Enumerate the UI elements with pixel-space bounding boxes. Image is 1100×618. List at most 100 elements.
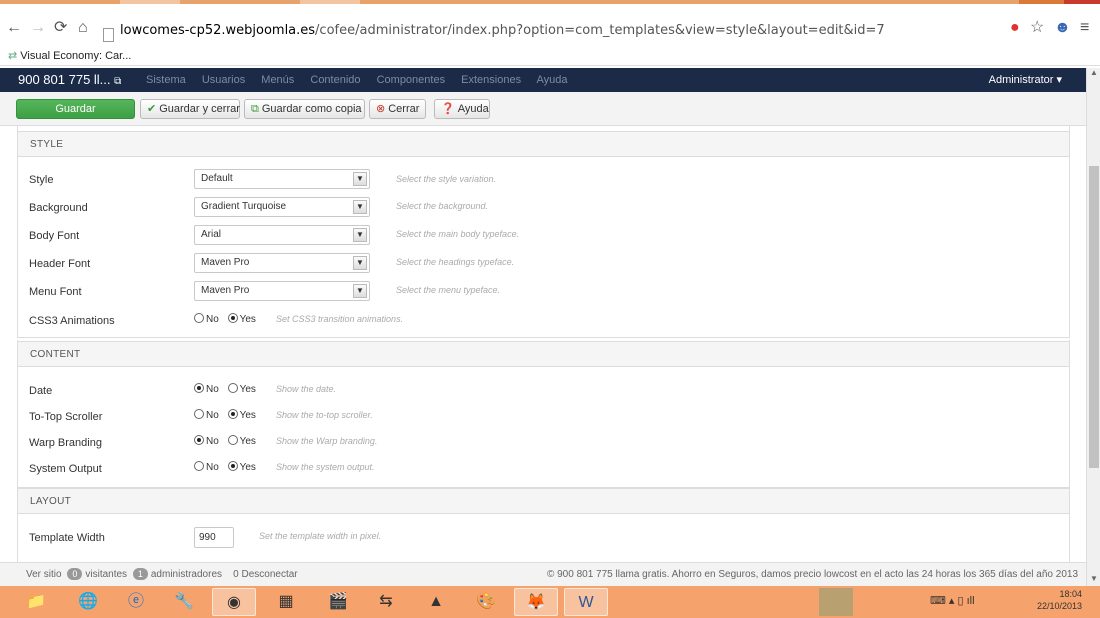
system-clock[interactable]: 18:04 22/10/2013 (1037, 588, 1082, 612)
firefox-icon[interactable]: 🦊 (514, 588, 558, 616)
taskbar-window-button[interactable] (819, 588, 853, 616)
menu-usuarios[interactable]: Usuarios (202, 74, 245, 86)
radio-yes[interactable] (227, 313, 238, 323)
vlc-icon[interactable]: ▲ (414, 588, 458, 616)
radio-yes[interactable] (227, 409, 238, 419)
chevron-down-icon: ▼ (353, 256, 367, 270)
clock-date: 22/10/2013 (1036, 601, 1082, 611)
admins-badge: 1 (132, 568, 148, 580)
radio-no-label: No (206, 384, 219, 395)
menu-extensiones[interactable]: Extensiones (461, 74, 521, 86)
save-label: Guardar (55, 103, 96, 115)
media-app-icon[interactable]: 🌐 (66, 588, 110, 616)
tray-icons[interactable]: ⌨ ▴ ▯ ıll (930, 594, 975, 607)
url-domain: lowcomes-cp52.webjoomla.es (120, 23, 316, 38)
scroll-down-icon[interactable]: ▼ (1087, 574, 1100, 586)
view-site-link[interactable]: Ver sitio (26, 569, 62, 580)
save-copy-button[interactable]: ⧉ Guardar como copia (244, 99, 365, 119)
background-select-value: Gradient Turquoise (201, 201, 287, 212)
radio-no[interactable] (194, 383, 204, 393)
calculator-icon[interactable]: ▦ (264, 588, 308, 616)
save-close-label: Guardar y cerrar (159, 103, 240, 115)
menu-font-select[interactable]: Maven Pro ▼ (194, 281, 370, 301)
menu-menus[interactable]: Menús (261, 74, 294, 86)
help-label: Ayuda (457, 103, 489, 115)
url-field[interactable]: lowcomes-cp52.webjoomla.es/cofee/adminis… (120, 20, 1020, 42)
date-radio-group: No Yes (194, 383, 262, 395)
hint-system-output: Show the system output. (276, 462, 375, 472)
user-menu[interactable]: Administrator ▾ (989, 68, 1062, 92)
back-icon[interactable]: ← (6, 20, 22, 36)
home-icon[interactable]: ⌂ (78, 20, 88, 36)
profile-icon[interactable]: ☻ (1054, 20, 1071, 36)
logout-link[interactable]: 0 Desconectar (233, 569, 297, 580)
chrome-icon[interactable]: ◉ (212, 588, 256, 616)
menu-ayuda[interactable]: Ayuda (537, 74, 568, 86)
radio-yes-label: Yes (239, 462, 256, 473)
warp-branding-radio-group: No Yes (194, 435, 262, 447)
address-bar-area: ← → ⟳ ⌂ lowcomes-cp52.webjoomla.es/cofee… (0, 4, 1100, 46)
field-label-style: Style (29, 174, 54, 186)
movie-maker-icon[interactable]: 🎬 (316, 588, 360, 616)
internet-explorer-icon[interactable]: ⓔ (114, 588, 158, 616)
page-icon (103, 28, 114, 42)
menu-icon[interactable]: ≡ (1080, 20, 1089, 36)
external-link-icon: ⧉ (114, 76, 122, 87)
radio-yes[interactable] (227, 383, 238, 393)
hint-style: Select the style variation. (396, 174, 497, 184)
teamviewer-icon[interactable]: ⇆ (364, 588, 408, 616)
header-font-select-value: Maven Pro (201, 257, 250, 268)
hint-template-width: Set the template width in pixel. (259, 531, 382, 541)
to-top-radio-group: No Yes (194, 409, 262, 421)
user-name: Administrator (988, 74, 1054, 86)
star-icon[interactable]: ☆ (1030, 20, 1044, 36)
reload-icon[interactable]: ⟳ (54, 20, 67, 36)
tool-app-icon[interactable]: 🔧 (162, 588, 206, 616)
save-button[interactable]: Guardar (16, 99, 135, 119)
field-label-background: Background (29, 202, 88, 214)
extension-icon[interactable]: ● (1010, 20, 1020, 36)
caret-down-icon: ▾ (1056, 74, 1062, 86)
style-select[interactable]: Default ▼ (194, 169, 370, 189)
scroll-up-icon[interactable]: ▲ (1087, 68, 1100, 80)
background-select[interactable]: Gradient Turquoise ▼ (194, 197, 370, 217)
body-font-select[interactable]: Arial ▼ (194, 225, 370, 245)
radio-yes[interactable] (227, 461, 238, 471)
radio-no[interactable] (194, 409, 204, 419)
radio-no[interactable] (194, 461, 204, 471)
file-explorer-icon[interactable]: 📁 (14, 588, 58, 616)
bookmark-item[interactable]: Visual Economy: Car... (20, 50, 131, 62)
radio-yes-label: Yes (239, 314, 256, 325)
save-close-button[interactable]: ✔ Guardar y cerrar (140, 99, 240, 119)
radio-yes[interactable] (227, 435, 238, 445)
hint-date: Show the date. (276, 384, 337, 394)
close-label: Cerrar (388, 103, 420, 115)
word-icon[interactable]: W (564, 588, 608, 616)
field-label-menu-font: Menu Font (29, 286, 82, 298)
template-width-input[interactable]: 990 (194, 527, 234, 548)
site-link[interactable]: 900 801 775 ll... ⧉ (18, 68, 121, 94)
section-header-layout: LAYOUT (17, 488, 1070, 514)
menu-componentes[interactable]: Componentes (377, 74, 446, 86)
section-header-content: CONTENT (17, 341, 1070, 367)
radio-no[interactable] (194, 435, 204, 445)
footer-status: Ver sitio 0 visitantes 1 administradores 0… (26, 563, 298, 587)
paint-icon[interactable]: 🎨 (464, 588, 508, 616)
check-icon: ✔ (147, 103, 157, 115)
radio-no[interactable] (194, 313, 204, 323)
template-options-form: STYLE Style Default ▼ Select the style va… (0, 126, 1086, 562)
field-label-template-width: Template Width (29, 532, 105, 544)
close-button[interactable]: ⊗ Cerrar (369, 99, 426, 119)
header-font-select[interactable]: Maven Pro ▼ (194, 253, 370, 273)
hint-background: Select the background. (396, 201, 489, 211)
scrollbar-thumb[interactable] (1089, 166, 1099, 468)
help-button[interactable]: ❓ Ayuda (434, 99, 490, 119)
menu-contenido[interactable]: Contenido (310, 74, 360, 86)
save-copy-label: Guardar como copia (261, 103, 362, 115)
vertical-scrollbar[interactable]: ▲ ▼ (1086, 68, 1100, 586)
forward-icon[interactable]: → (30, 20, 46, 36)
hint-body-font: Select the main body typeface. (396, 229, 520, 239)
bookmark-icon: ⇄ (8, 50, 18, 62)
menu-sistema[interactable]: Sistema (146, 74, 186, 86)
footer-copyright: © 900 801 775 llama gratis. Ahorro en Se… (546, 569, 1078, 580)
